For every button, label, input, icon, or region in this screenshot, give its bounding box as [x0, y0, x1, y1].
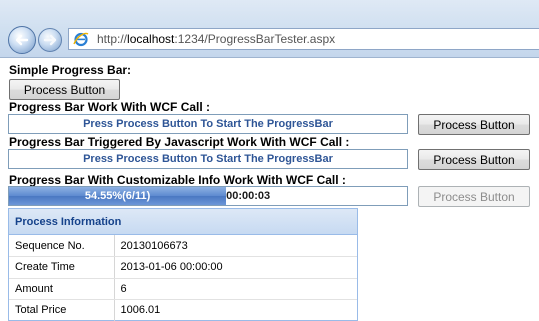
row-key: Total Price [9, 299, 115, 321]
custom-process-button[interactable]: Process Button [418, 186, 530, 207]
url-host: localhost [127, 32, 175, 46]
back-button[interactable] [8, 26, 36, 54]
custom-progress-label: Progress Bar With Customizable Info Work… [9, 173, 346, 187]
internet-explorer-icon [73, 32, 89, 47]
address-bar[interactable]: http://localhost:1234/ProgressBarTester.… [68, 28, 539, 50]
js-progress-label: Progress Bar Triggered By Javascript Wor… [9, 135, 350, 149]
js-progress-bar: Press Process Button To Start The Progre… [8, 149, 408, 169]
wcf-process-button[interactable]: Process Button [418, 114, 530, 135]
row-value: 6 [114, 278, 357, 300]
row-value: 2013-01-06 00:00:00 [114, 256, 357, 279]
wcf-progress-text: Press Process Button To Start The Progre… [83, 118, 333, 130]
panel-title: Process Information [9, 209, 357, 235]
simple-process-button[interactable]: Process Button [9, 79, 120, 100]
process-information-panel: Process Information Sequence No. 2013010… [8, 208, 358, 321]
table-row: Amount 6 [9, 278, 357, 300]
url-prefix: http:// [97, 32, 128, 46]
row-key: Create Time [9, 256, 115, 279]
js-progress-text: Press Process Button To Start The Progre… [83, 153, 333, 165]
table-row: Create Time 2013-01-06 00:00:00 [9, 256, 357, 279]
forward-button[interactable] [38, 28, 62, 52]
row-value: 1006.01 [114, 299, 357, 321]
custom-progress-bar: 54.55%(6/11) 00:00:03 [8, 186, 408, 206]
js-process-button[interactable]: Process Button [418, 149, 530, 170]
table-row: Total Price 1006.01 [9, 299, 357, 321]
address-url: http://localhost:1234/ProgressBarTester.… [97, 32, 335, 46]
browser-toolbar: http://localhost:1234/ProgressBarTester.… [0, 0, 539, 58]
row-key: Amount [9, 278, 115, 300]
wcf-progress-label: Progress Bar Work With WCF Call : [9, 100, 211, 114]
row-key: Sequence No. [9, 235, 115, 257]
progress-percent-text: 54.55%(6/11) [84, 190, 151, 202]
page-content: Simple Progress Bar: Process Button Prog… [0, 58, 539, 321]
back-arrow-icon [15, 34, 29, 46]
elapsed-time: 00:00:03 [226, 190, 271, 202]
table-row: Sequence No. 20130106673 [9, 235, 357, 257]
simple-progress-label: Simple Progress Bar: [9, 63, 132, 77]
row-value: 20130106673 [114, 235, 357, 257]
url-path: :1234/ProgressBarTester.aspx [174, 32, 336, 46]
forward-arrow-icon [43, 34, 57, 46]
wcf-progress-bar: Press Process Button To Start The Progre… [8, 114, 408, 134]
process-info-table: Sequence No. 20130106673 Create Time 201… [9, 235, 357, 321]
